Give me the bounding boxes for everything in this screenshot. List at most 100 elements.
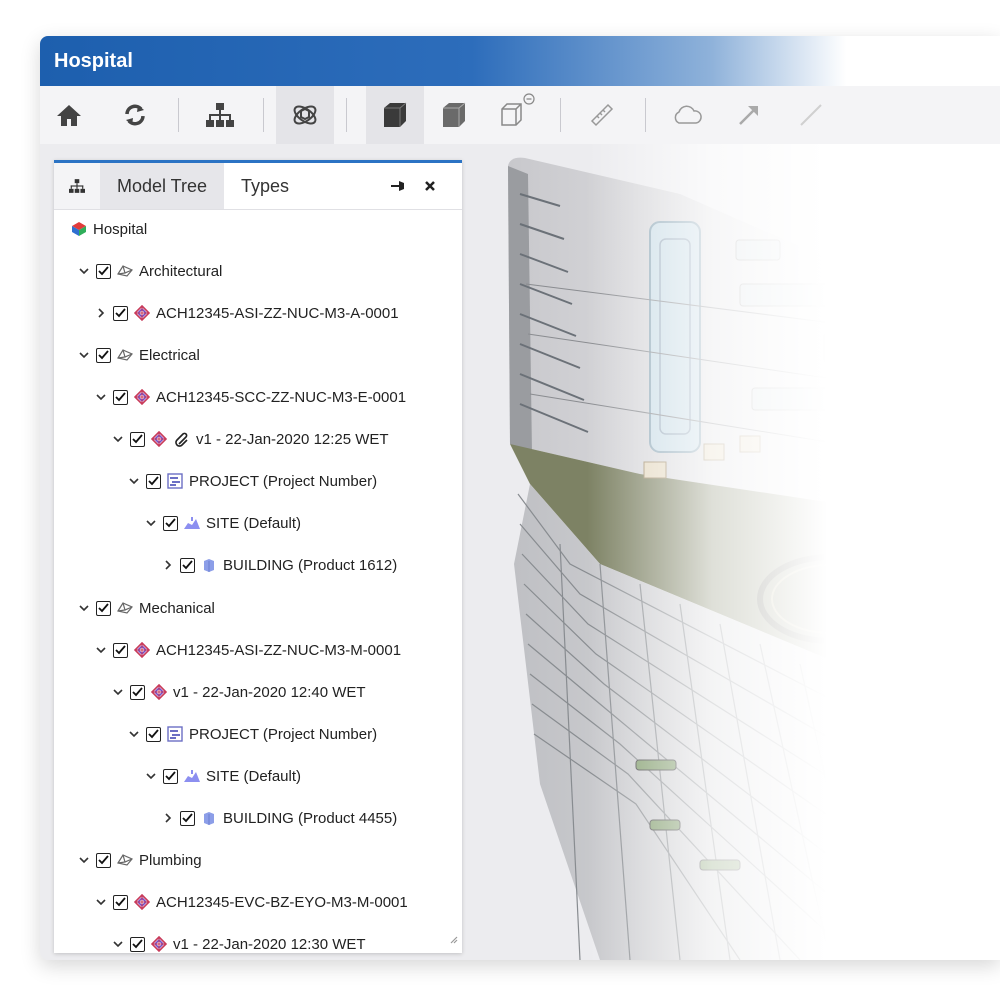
model-tree-button[interactable] xyxy=(191,86,249,144)
tab-types[interactable]: Types xyxy=(224,163,306,209)
tree-item-version[interactable]: v1 - 22-Jan-2020 12:40 WET xyxy=(112,677,366,707)
model-icon xyxy=(133,641,151,659)
wireframe-view-button[interactable] xyxy=(485,86,543,144)
tree-item-plumbing[interactable]: Plumbing xyxy=(78,845,202,875)
chevron-down-icon[interactable] xyxy=(128,475,140,487)
visibility-checkbox[interactable] xyxy=(163,515,178,531)
tree-item-project[interactable]: PROJECT (Project Number) xyxy=(128,466,377,496)
toolbar-divider xyxy=(645,98,646,132)
tree-item-building[interactable]: BUILDING (Product 1612) xyxy=(162,550,397,580)
line-button[interactable] xyxy=(782,86,840,144)
tree-item-label: ACH12345-SCC-ZZ-NUC-M3-E-0001 xyxy=(156,388,407,406)
tree-item-building[interactable]: BUILDING (Product 4455) xyxy=(162,803,397,833)
toolbar-divider xyxy=(178,98,179,132)
chevron-down-icon[interactable] xyxy=(112,433,124,445)
visibility-checkbox[interactable] xyxy=(96,852,111,868)
chevron-down-icon[interactable] xyxy=(78,349,90,361)
visibility-checkbox[interactable] xyxy=(163,768,178,784)
tab-hierarchy[interactable] xyxy=(54,163,100,209)
model-tree-panel: Model Tree Types Hospital Architectural … xyxy=(54,160,462,953)
visibility-checkbox[interactable] xyxy=(96,600,111,616)
explode-button[interactable] xyxy=(276,86,334,144)
tree-item-label: SITE (Default) xyxy=(206,767,302,785)
chevron-down-icon[interactable] xyxy=(95,644,107,656)
chevron-right-icon[interactable] xyxy=(162,559,174,571)
visibility-checkbox[interactable] xyxy=(96,263,111,279)
visibility-checkbox[interactable] xyxy=(180,557,195,573)
toolbar-divider xyxy=(560,98,561,132)
visibility-checkbox[interactable] xyxy=(180,810,195,826)
tree-item-label: ACH12345-ASI-ZZ-NUC-M3-M-0001 xyxy=(156,641,402,659)
tab-model-tree[interactable]: Model Tree xyxy=(100,163,224,209)
chevron-down-icon[interactable] xyxy=(112,938,124,950)
title-bar: Hospital xyxy=(40,36,1000,86)
home-button[interactable] xyxy=(40,86,98,144)
tree-root-label: Hospital xyxy=(93,220,148,238)
measure-button[interactable] xyxy=(573,86,631,144)
visibility-checkbox[interactable] xyxy=(113,642,128,658)
cloud-button[interactable] xyxy=(658,86,716,144)
refresh-button[interactable] xyxy=(106,86,164,144)
tree-item-model[interactable]: ACH12345-EVC-BZ-EYO-M3-M-0001 xyxy=(95,887,408,917)
chevron-down-icon[interactable] xyxy=(95,391,107,403)
visibility-checkbox[interactable] xyxy=(130,936,145,952)
visibility-checkbox[interactable] xyxy=(113,894,128,910)
pin-button[interactable] xyxy=(386,163,410,209)
tree-item-site[interactable]: SITE (Default) xyxy=(145,761,301,791)
chevron-down-icon[interactable] xyxy=(112,686,124,698)
tree-item-label: Architectural xyxy=(139,262,223,280)
tree-root[interactable]: Hospital xyxy=(70,214,147,244)
discipline-icon xyxy=(116,599,134,617)
visibility-checkbox[interactable] xyxy=(146,473,161,489)
chevron-down-icon[interactable] xyxy=(145,770,157,782)
resize-grip-icon xyxy=(450,936,458,944)
3d-viewport[interactable]: Model Tree Types Hospital Architectural … xyxy=(40,144,1000,960)
visibility-checkbox[interactable] xyxy=(130,684,145,700)
chevron-down-icon[interactable] xyxy=(145,517,157,529)
tree-item-model[interactable]: ACH12345-SCC-ZZ-NUC-M3-E-0001 xyxy=(95,382,406,412)
arrow-button[interactable] xyxy=(720,86,778,144)
visibility-checkbox[interactable] xyxy=(113,305,128,321)
chevron-down-icon[interactable] xyxy=(78,854,90,866)
chevron-down-icon[interactable] xyxy=(128,728,140,740)
tree-item-site[interactable]: SITE (Default) xyxy=(145,508,301,538)
tree-item-project[interactable]: PROJECT (Project Number) xyxy=(128,719,377,749)
tree-item-version[interactable]: v1 - 22-Jan-2020 12:30 WET xyxy=(112,929,366,953)
tree-item-label: Mechanical xyxy=(139,599,215,617)
project-icon xyxy=(166,472,184,490)
chevron-down-icon[interactable] xyxy=(95,896,107,908)
tree-item-model[interactable]: ACH12345-ASI-ZZ-NUC-M3-M-0001 xyxy=(95,635,401,665)
visibility-checkbox[interactable] xyxy=(130,431,145,447)
solid-view-button[interactable] xyxy=(366,86,424,144)
tree-item-label: BUILDING (Product 1612) xyxy=(223,556,398,574)
chevron-down-icon[interactable] xyxy=(78,602,90,614)
visibility-checkbox[interactable] xyxy=(96,347,111,363)
tree-item-electrical[interactable]: Electrical xyxy=(78,340,200,370)
discipline-icon xyxy=(116,851,134,869)
tree-item-label: v1 - 22-Jan-2020 12:25 WET xyxy=(196,430,389,448)
tree-item-label: Electrical xyxy=(139,346,200,364)
viewer-window: Hospital Model Tree Types Hospital Archi… xyxy=(40,36,1000,960)
tree-item-label: SITE (Default) xyxy=(206,514,302,532)
discipline-icon xyxy=(116,346,134,364)
resize-handle[interactable] xyxy=(448,931,458,949)
model-icon xyxy=(133,893,151,911)
tree-item-model[interactable]: ACH12345-ASI-ZZ-NUC-M3-A-0001 xyxy=(95,298,399,328)
tree-item-label: ACH12345-ASI-ZZ-NUC-M3-A-0001 xyxy=(156,304,399,322)
line-icon xyxy=(800,104,822,126)
tree-item-label: BUILDING (Product 4455) xyxy=(223,809,398,827)
tree-item-version[interactable]: v1 - 22-Jan-2020 12:25 WET xyxy=(112,424,389,454)
chevron-right-icon[interactable] xyxy=(95,307,107,319)
close-button[interactable] xyxy=(418,163,442,209)
chevron-right-icon[interactable] xyxy=(162,812,174,824)
chevron-down-icon[interactable] xyxy=(78,265,90,277)
arrow-icon xyxy=(739,106,758,125)
visibility-checkbox[interactable] xyxy=(113,389,128,405)
shaded-view-button[interactable] xyxy=(425,86,483,144)
tree-item-label: Plumbing xyxy=(139,851,202,869)
tree-item-architectural[interactable]: Architectural xyxy=(78,256,222,286)
model-icon xyxy=(150,430,168,448)
model-icon xyxy=(133,388,151,406)
visibility-checkbox[interactable] xyxy=(146,726,161,742)
tree-item-mechanical[interactable]: Mechanical xyxy=(78,593,215,623)
